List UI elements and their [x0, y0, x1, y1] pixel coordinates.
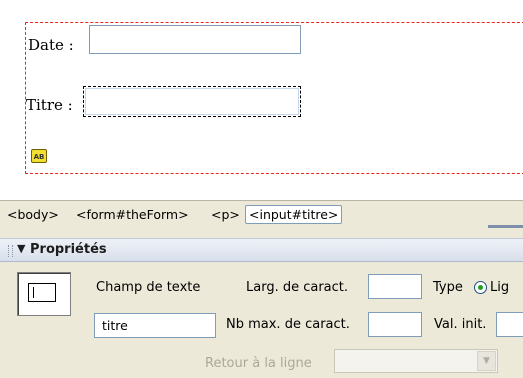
type-single-line-label[interactable]: Lig [490, 280, 509, 295]
design-canvas[interactable]: Date : Titre : AB [0, 0, 523, 200]
tag-body[interactable]: <body> [7, 207, 59, 222]
tag-selector-bar: <body> <form#theForm> <p> <input#titre> [0, 200, 523, 229]
properties-panel-header[interactable]: ▼ Propriétés [0, 238, 523, 262]
text-field-icon [28, 283, 56, 302]
max-chars-label: Nb max. de caract. [226, 317, 350, 332]
init-value-label: Val. init. [434, 317, 487, 332]
tag-p[interactable]: <p> [211, 207, 240, 222]
char-width-label: Larg. de caract. [246, 280, 349, 295]
properties-panel-body: Champ de texte titre Larg. de caract. Nb… [0, 262, 523, 378]
init-value-input[interactable] [496, 312, 523, 337]
field-name-input[interactable]: titre [94, 313, 216, 338]
wrap-label: Retour à la ligne [205, 356, 312, 371]
date-label: Date : [28, 36, 74, 54]
max-chars-input[interactable] [368, 312, 422, 337]
tag-form[interactable]: <form#theForm> [76, 207, 189, 222]
tag-input-selected[interactable]: <input#titre> [245, 205, 343, 224]
triangle-down-icon[interactable]: ▼ [17, 242, 25, 255]
caret-icon [33, 287, 34, 298]
titre-label: Titre : [26, 96, 73, 114]
text-field-type-icon [17, 272, 71, 316]
form-hidden-field-icon[interactable]: AB [31, 149, 47, 163]
panel-separator [0, 228, 523, 238]
element-type-label: Champ de texte [96, 280, 201, 295]
chevron-down-icon[interactable]: ▼ [477, 351, 496, 371]
type-single-line-radio[interactable] [474, 281, 487, 294]
grip-icon[interactable] [8, 245, 13, 257]
date-input[interactable] [89, 25, 301, 54]
wrap-select[interactable]: ▼ [334, 349, 498, 373]
char-width-input[interactable] [368, 274, 422, 299]
properties-panel-title: Propriétés [30, 242, 107, 257]
type-label: Type [433, 280, 463, 295]
titre-input[interactable] [83, 86, 301, 117]
